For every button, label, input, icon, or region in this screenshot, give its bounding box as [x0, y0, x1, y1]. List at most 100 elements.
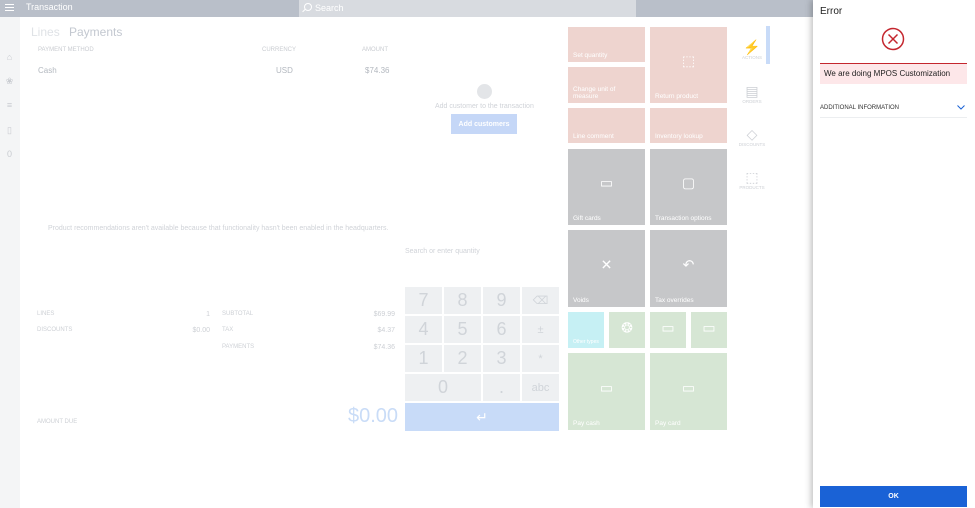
payment-method-cell: Cash: [38, 66, 57, 75]
subtotal-value: $69.99: [373, 311, 395, 318]
numpad-key-4[interactable]: 4: [405, 316, 442, 343]
inventory-lookup-tile[interactable]: Inventory lookup: [650, 108, 727, 143]
amount-due-value: $0.00: [348, 405, 399, 427]
numpad-key-5[interactable]: 5: [444, 316, 481, 343]
add-customer-button[interactable]: Add customers: [451, 114, 517, 134]
discounts-label: DISCOUNTS: [37, 327, 73, 333]
transaction-options-label: Transaction options: [655, 215, 712, 222]
abc-key[interactable]: abc: [522, 374, 559, 401]
tag-icon: ◇: [746, 126, 758, 142]
gift-card-icon: ▭: [599, 174, 614, 191]
chevron-down-icon: [957, 105, 965, 110]
list-icon[interactable]: ≡: [5, 101, 14, 110]
loyalty-tile[interactable]: ❂: [609, 312, 645, 348]
return-product-tile[interactable]: ⬚ Return product: [650, 27, 727, 103]
numpad-key-7[interactable]: 7: [405, 287, 442, 314]
quantity-input[interactable]: Search or enter quantity: [405, 248, 480, 255]
actions-button[interactable]: ⚡ ACTIONS: [737, 39, 767, 60]
pay-card-tile[interactable]: ▭ Pay card: [650, 353, 727, 430]
dialog-title: Error: [820, 6, 843, 17]
enter-key[interactable]: ↵: [405, 403, 559, 431]
pay-cash-label: Pay cash: [573, 420, 600, 427]
credit-card-tile[interactable]: ▭: [691, 312, 727, 348]
amount-due-label: AMOUNT DUE: [37, 419, 78, 425]
backspace-key[interactable]: ⌫: [522, 287, 559, 314]
products-icon[interactable]: ❀: [5, 77, 14, 86]
plus-minus-key[interactable]: ±: [522, 316, 559, 343]
tax-overrides-tile[interactable]: ↶ Tax overrides: [650, 230, 727, 307]
card-payment-tile[interactable]: ▭: [650, 312, 686, 348]
payments-value: $74.36: [373, 344, 395, 351]
menu-icon[interactable]: [5, 4, 14, 13]
inventory-lookup-label: Inventory lookup: [655, 133, 703, 140]
close-x-icon: ✕: [600, 256, 613, 273]
numpad-key-1[interactable]: 1: [405, 345, 442, 372]
set-quantity-label: Set quantity: [573, 52, 608, 59]
search-placeholder: Search: [315, 3, 344, 13]
box-return-icon: ⬚: [681, 52, 696, 69]
lightning-icon: ⚡: [743, 39, 761, 55]
search-input[interactable]: Search: [299, 0, 636, 17]
multiply-key[interactable]: *: [522, 345, 559, 372]
scrollbar[interactable]: [766, 26, 770, 64]
column-payment-method: PAYMENT METHOD: [38, 47, 94, 53]
set-quantity-tile[interactable]: Set quantity: [568, 27, 645, 62]
column-currency: CURRENCY: [262, 47, 297, 53]
pay-cash-tile[interactable]: ▭ Pay cash: [568, 353, 645, 430]
zero-badge-icon[interactable]: 0: [5, 150, 14, 159]
numpad-key-0[interactable]: 0: [405, 374, 481, 401]
home-icon[interactable]: ⌂: [5, 53, 14, 62]
customer-avatar-icon: [477, 84, 492, 99]
lines-label: LINES: [37, 311, 55, 317]
numpad-key-6[interactable]: 6: [483, 316, 520, 343]
lines-value: 1: [206, 311, 210, 318]
app-title: Transaction: [26, 2, 73, 12]
payments-label: PAYMENTS: [222, 344, 255, 350]
coins-icon: ❂: [621, 319, 633, 336]
tab-payments[interactable]: Payments: [69, 25, 122, 39]
other-payment-tile[interactable]: Other types: [568, 312, 604, 348]
discounts-button[interactable]: ◇ DISCOUNTS: [737, 126, 767, 147]
document-icon: ▤: [745, 83, 759, 99]
discounts-label: DISCOUNTS: [738, 142, 766, 147]
decimal-key[interactable]: .: [483, 374, 520, 401]
voids-label: Voids: [573, 297, 589, 304]
ok-button[interactable]: OK: [820, 486, 967, 507]
error-dialog: Error We are doing MPOS Customization AD…: [813, 0, 975, 508]
search-icon: [304, 3, 312, 11]
additional-info-expander[interactable]: ADDITIONAL INFORMATION: [820, 98, 967, 118]
credit-card-icon: ▭: [702, 319, 716, 336]
gift-cards-tile[interactable]: ▭ Gift cards: [568, 149, 645, 225]
change-uom-tile[interactable]: Change unit of measure: [568, 67, 645, 103]
undo-icon: ↶: [682, 256, 695, 273]
numpad-key-9[interactable]: 9: [483, 287, 520, 314]
numpad-key-2[interactable]: 2: [444, 345, 481, 372]
change-uom-label: Change unit of measure: [573, 86, 616, 100]
products-button[interactable]: ⬚ PRODUCTS: [737, 169, 767, 190]
orders-label: ORDERS: [742, 99, 762, 104]
additional-info-label: ADDITIONAL INFORMATION: [820, 105, 900, 111]
orders-button[interactable]: ▤ ORDERS: [737, 83, 767, 104]
other-payment-label: Other types: [573, 339, 599, 345]
gift-cards-label: Gift cards: [573, 215, 601, 222]
card-icon: ▭: [661, 319, 675, 336]
error-message: We are doing MPOS Customization: [820, 63, 967, 84]
return-product-label: Return product: [655, 93, 698, 100]
discounts-value: $0.00: [192, 327, 210, 334]
line-comment-tile[interactable]: Line comment: [568, 108, 645, 143]
recommendations-message: Product recommendations aren't available…: [48, 225, 389, 232]
voids-tile[interactable]: ✕ Voids: [568, 230, 645, 307]
transaction-icon[interactable]: ▯: [5, 126, 14, 135]
tab-lines[interactable]: Lines: [31, 25, 60, 39]
error-circle-icon: [881, 27, 905, 51]
transaction-options-tile[interactable]: ▢ Transaction options: [650, 149, 727, 225]
numpad-key-3[interactable]: 3: [483, 345, 520, 372]
products-label: PRODUCTS: [739, 185, 765, 190]
numpad-key-8[interactable]: 8: [444, 287, 481, 314]
tax-overrides-label: Tax overrides: [655, 297, 694, 304]
boxes-icon: ⬚: [745, 169, 759, 185]
transaction-content: Lines Payments PAYMENT METHOD CURRENCY A…: [20, 17, 813, 508]
pay-card-label: Pay card: [655, 420, 681, 427]
actions-label: ACTIONS: [741, 55, 762, 60]
column-amount: AMOUNT: [362, 47, 388, 53]
